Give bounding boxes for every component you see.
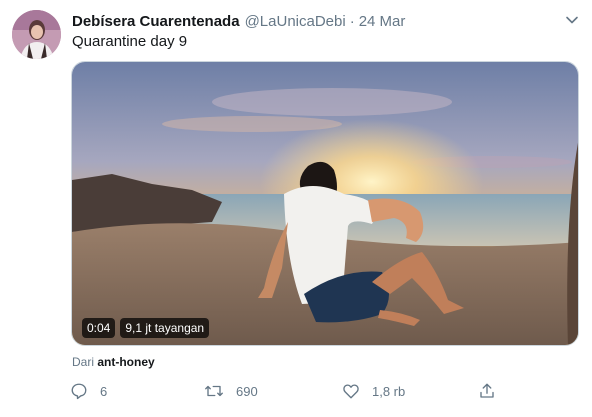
reply-icon — [71, 383, 87, 400]
tweet-header: Debísera Cuarentenada @LaUnicaDebi · 24 … — [72, 11, 405, 31]
tweet-date[interactable]: 24 Mar — [359, 13, 406, 30]
chevron-down-icon[interactable] — [564, 12, 580, 28]
user-handle[interactable]: @LaUnicaDebi — [245, 13, 346, 30]
video-player[interactable] — [71, 61, 579, 346]
tweet-text: Quarantine day 9 — [72, 33, 188, 50]
reply-count: 6 — [100, 383, 108, 399]
like-icon — [343, 384, 359, 399]
display-name[interactable]: Debísera Cuarentenada — [72, 13, 240, 30]
video-duration: 0:04 — [82, 318, 116, 338]
video-badges: 0:04 9,1 jt tayangan — [82, 318, 210, 338]
attribution-source[interactable]: ant-honey — [97, 355, 154, 369]
retweet-button[interactable]: 690 — [204, 380, 258, 402]
retweet-icon — [205, 385, 223, 397]
avatar[interactable] — [12, 10, 61, 59]
retweet-count: 690 — [236, 383, 258, 399]
video-views: 9,1 jt tayangan — [120, 318, 210, 338]
attribution-prefix: Dari — [72, 355, 95, 369]
share-icon — [480, 383, 494, 398]
reply-button[interactable]: 6 — [70, 380, 107, 402]
attribution: Dari ant-honey — [72, 355, 155, 369]
like-count: 1,8 rb — [372, 383, 406, 399]
share-button[interactable] — [478, 380, 508, 402]
separator-dot: · — [349, 12, 355, 30]
tweet-card[interactable]: Debísera Cuarentenada @LaUnicaDebi · 24 … — [0, 0, 592, 417]
like-button[interactable]: 1,8 rb — [342, 380, 405, 402]
action-bar: 6 690 1,8 rb — [70, 380, 500, 402]
